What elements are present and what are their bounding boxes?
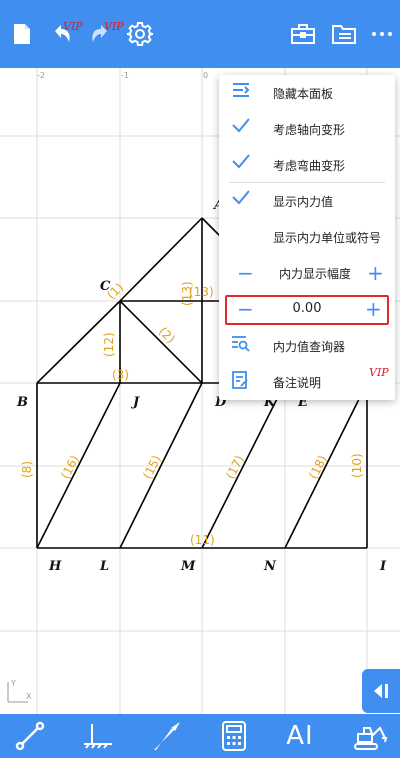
- member-tool-icon[interactable]: [8, 714, 52, 758]
- menu-item-notes[interactable]: 备注说明 VIP: [219, 364, 395, 400]
- menu-item-label: 显示内力单位或符号: [273, 230, 382, 245]
- search-list-icon: [231, 334, 255, 358]
- scale-value-stepper[interactable]: − 0.00 +: [225, 295, 389, 325]
- element-label: (3): [112, 368, 129, 382]
- menu-item-show-internal-force[interactable]: 显示内力值: [219, 183, 395, 219]
- x-axis-letter: X: [26, 692, 32, 701]
- redo-icon[interactable]: [82, 0, 118, 68]
- menu-item-label: 考虑弯曲变形: [273, 158, 346, 173]
- node-label: B: [16, 395, 28, 410]
- node-label: H: [48, 559, 62, 574]
- undo-icon[interactable]: [44, 0, 80, 68]
- node-label: I: [379, 559, 387, 574]
- checkmark-icon: [231, 153, 255, 177]
- scale-value: 0.00: [292, 301, 322, 316]
- menu-item-hide-panel[interactable]: 隐藏本面板: [219, 75, 395, 111]
- node-label: L: [99, 559, 109, 574]
- collapse-panel-icon: [231, 81, 255, 105]
- collapse-arrow-icon: [374, 684, 388, 698]
- amplitude-minus-button[interactable]: −: [237, 263, 254, 283]
- expand-panel-button[interactable]: [362, 669, 400, 713]
- node-label: M: [180, 559, 196, 574]
- axis-tick-label: 0: [203, 71, 208, 80]
- amplitude-row: − 内力显示幅度 +: [219, 255, 395, 291]
- display-settings-panel: 隐藏本面板 考虑轴向变形 考虑弯曲变形 显示内力值 显示内力单位或符号 − 内力: [219, 75, 395, 400]
- menu-item-label: 考虑轴向变形: [273, 122, 346, 137]
- settings-icon[interactable]: [122, 0, 158, 68]
- menu-item-label: 显示内力值: [273, 194, 334, 209]
- element-label: (12): [102, 332, 116, 357]
- bottom-toolbar: AI: [0, 714, 400, 758]
- undo-vip-badge: VIP: [63, 20, 83, 33]
- axis-indicator: Y X: [7, 679, 32, 703]
- notes-icon: [231, 370, 255, 394]
- node-label: J: [130, 395, 140, 410]
- load-arrow-icon[interactable]: [144, 714, 188, 758]
- drawing-canvas[interactable]: -2 -1 0 A C G B J D K E: [0, 68, 400, 714]
- y-axis-letter: Y: [10, 679, 16, 688]
- notes-vip-badge: VIP: [369, 366, 389, 379]
- menu-item-force-query[interactable]: 内力值查询器: [219, 328, 395, 364]
- element-label: (11): [190, 533, 215, 547]
- scale-plus-button[interactable]: +: [365, 299, 382, 319]
- checkmark-icon: [231, 117, 255, 141]
- excavator-icon[interactable]: [348, 714, 392, 758]
- element-label: (10): [350, 453, 364, 478]
- support-tool-icon[interactable]: [76, 714, 120, 758]
- menu-item-bending-deformation[interactable]: 考虑弯曲变形: [219, 147, 395, 183]
- menu-item-label: 备注说明: [273, 375, 322, 390]
- element-label: (8): [20, 461, 34, 478]
- amplitude-plus-button[interactable]: +: [367, 263, 384, 283]
- element-label: (18): [306, 453, 330, 481]
- more-icon[interactable]: [364, 0, 400, 68]
- ai-label: AI: [286, 721, 314, 751]
- file-list-icon[interactable]: [326, 0, 362, 68]
- amplitude-label: 内力显示幅度: [279, 266, 352, 281]
- menu-item-label: 内力值查询器: [273, 339, 346, 354]
- axis-tick-label: -1: [121, 71, 129, 80]
- checkmark-icon: [231, 189, 255, 213]
- toolbox-icon[interactable]: [285, 0, 321, 68]
- menu-item-axial-deformation[interactable]: 考虑轴向变形: [219, 111, 395, 147]
- new-file-icon[interactable]: [4, 0, 40, 68]
- menu-item-show-units[interactable]: 显示内力单位或符号: [219, 219, 395, 255]
- calculator-icon[interactable]: [212, 714, 256, 758]
- element-label: (2): [156, 324, 178, 346]
- redo-vip-badge: VIP: [104, 20, 124, 33]
- axis-tick-label: -2: [37, 71, 45, 80]
- node-label: N: [263, 559, 277, 574]
- element-label: (13): [180, 281, 194, 306]
- top-toolbar: VIP VIP: [0, 0, 400, 68]
- menu-item-label: 隐藏本面板: [273, 86, 334, 101]
- ai-icon[interactable]: AI: [278, 714, 322, 758]
